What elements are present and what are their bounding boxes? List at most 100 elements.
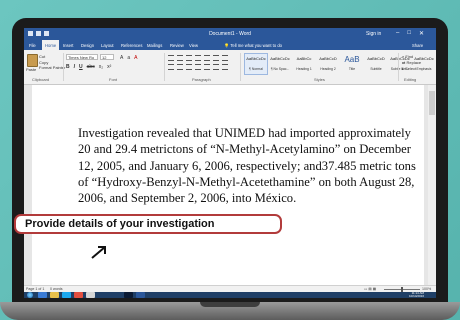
strikethrough-button[interactable]: abc — [87, 64, 95, 70]
tell-me-text: Tell me what you want to do — [230, 43, 282, 48]
chrome-icon[interactable] — [74, 292, 83, 298]
font-effects: A a A — [120, 55, 137, 61]
numbering-icon[interactable] — [177, 55, 183, 61]
format-painter-button[interactable]: Format Painter — [39, 65, 65, 71]
mail-icon[interactable] — [86, 292, 95, 298]
font-name-select[interactable]: Times New Ro — [66, 54, 98, 60]
style-name: Subtitle — [370, 67, 382, 71]
ribbon: Paste Cut Copy Format Painter Times New … — [24, 50, 436, 85]
align-center-icon[interactable] — [177, 64, 183, 70]
style-name: ¶ Normal — [249, 67, 263, 71]
tab-layout[interactable]: Layout — [101, 43, 114, 48]
style-name: ¶ No Spac... — [270, 67, 290, 71]
tell-me-box[interactable]: 💡 Tell me what you want to do — [224, 43, 282, 49]
style-item[interactable]: AaB Title — [340, 53, 364, 75]
photoshop-icon[interactable] — [124, 292, 133, 298]
sort-icon[interactable] — [213, 55, 219, 61]
tab-design[interactable]: Design — [81, 43, 94, 48]
decrease-indent-icon[interactable] — [195, 55, 201, 61]
bold-button[interactable]: B — [66, 64, 70, 70]
grow-font-icon[interactable]: A — [120, 55, 123, 61]
style-preview: AaBbCcD — [319, 56, 337, 61]
underline-button[interactable]: U — [79, 64, 83, 70]
tab-home[interactable]: Home — [42, 40, 60, 50]
screen: Document1 - Word Sign in – □ ✕ File Home… — [24, 28, 436, 298]
style-preview: AaBbCcDc — [246, 56, 266, 61]
style-name: Heading 2 — [320, 67, 336, 71]
select-button[interactable]: ▸ Select — [402, 66, 421, 72]
borders-icon[interactable] — [222, 64, 228, 70]
group-label-font: Font — [109, 77, 118, 82]
shading-icon[interactable] — [213, 64, 219, 70]
group-label-clipboard: Clipboard — [32, 77, 50, 82]
align-right-icon[interactable] — [186, 64, 192, 70]
shrink-font-icon[interactable]: a — [127, 55, 130, 61]
window-controls: – □ ✕ — [396, 30, 424, 37]
internet-explorer-icon[interactable] — [38, 292, 47, 298]
style-item[interactable]: AaBbCcDc ¶ No Spac... — [268, 53, 292, 75]
tab-references[interactable]: References — [121, 43, 142, 48]
style-name: Title — [348, 67, 356, 71]
style-preview: AaBbCcD — [367, 56, 385, 61]
paragraph-align-buttons — [168, 64, 228, 70]
replace-label: Replace — [406, 60, 422, 65]
group-label-styles: Styles — [314, 77, 325, 82]
bullets-icon[interactable] — [168, 55, 174, 61]
document-page[interactable]: Investigation revealed that UNIMED had i… — [32, 85, 424, 285]
share-button[interactable]: Share — [412, 43, 423, 48]
close-icon[interactable]: ✕ — [419, 30, 424, 37]
vertical-scrollbar[interactable] — [428, 85, 436, 285]
system-clock[interactable]: 11:14 AM 10/14/2016 — [409, 292, 424, 298]
paragraph-list-buttons — [168, 55, 228, 61]
laptop-notch — [200, 302, 260, 307]
group-divider — [398, 53, 399, 81]
italic-button[interactable]: I — [74, 64, 75, 70]
instruction-callout: Provide details of your investigation — [14, 214, 282, 234]
view-mode-icons[interactable]: ▭ ▤ ▦ — [364, 287, 376, 291]
tab-review[interactable]: Review — [170, 43, 184, 48]
editing-group: ⌕ Find ⇄ Replace ▸ Select — [402, 54, 421, 72]
group-divider — [240, 53, 241, 81]
tab-mailings[interactable]: Mailings — [147, 43, 162, 48]
style-item[interactable]: AaBbCcD Subtitle — [364, 53, 388, 75]
pilcrow-icon[interactable] — [222, 55, 228, 61]
subscript-button[interactable]: x₂ — [99, 64, 103, 70]
style-item[interactable]: AaBbCcD Heading 2 — [316, 53, 340, 75]
style-item[interactable]: AaBbCc Heading 1 — [292, 53, 316, 75]
tab-file[interactable]: File — [29, 43, 36, 48]
line-spacing-icon[interactable] — [204, 64, 210, 70]
font-color-icon[interactable]: A — [134, 55, 137, 61]
paste-icon[interactable] — [27, 54, 38, 67]
start-button-icon[interactable] — [27, 292, 33, 298]
scrollbar-thumb[interactable] — [429, 91, 435, 115]
find-label: Find — [405, 54, 414, 59]
word-count[interactable]: 0 words — [50, 287, 63, 291]
superscript-button[interactable]: x² — [107, 64, 111, 70]
increase-indent-icon[interactable] — [204, 55, 210, 61]
select-label: Select — [405, 66, 417, 71]
group-label-paragraph: Paragraph — [192, 77, 211, 82]
align-left-icon[interactable] — [168, 64, 174, 70]
group-label-editing: Editing — [404, 77, 417, 82]
multilevel-list-icon[interactable] — [186, 55, 192, 61]
skype-icon[interactable] — [62, 292, 71, 298]
justify-icon[interactable] — [195, 64, 201, 70]
page-count[interactable]: Page 1 of 1 — [26, 287, 44, 291]
font-size-select[interactable]: 12 — [100, 54, 114, 60]
style-preview: AaBbCcDc — [270, 56, 290, 61]
sign-in-link[interactable]: Sign in — [366, 31, 381, 37]
group-divider — [164, 53, 165, 81]
style-preview: AaBbCc — [296, 56, 312, 61]
maximize-icon[interactable]: □ — [407, 30, 411, 37]
file-explorer-icon[interactable] — [50, 292, 59, 298]
tab-insert[interactable]: Insert — [63, 43, 73, 48]
group-divider — [63, 53, 64, 81]
style-item[interactable]: AaBbCcDc ¶ Normal — [244, 53, 268, 75]
word-icon[interactable] — [136, 292, 145, 298]
minimize-icon[interactable]: – — [396, 30, 399, 37]
paste-button[interactable]: Paste — [26, 67, 36, 72]
title-bar: Document1 - Word Sign in – □ ✕ — [24, 28, 436, 40]
tab-view[interactable]: View — [189, 43, 198, 48]
ribbon-tabs: File Home Insert Design Layout Reference… — [24, 40, 436, 50]
document-body-text[interactable]: Investigation revealed that UNIMED had i… — [78, 125, 418, 206]
